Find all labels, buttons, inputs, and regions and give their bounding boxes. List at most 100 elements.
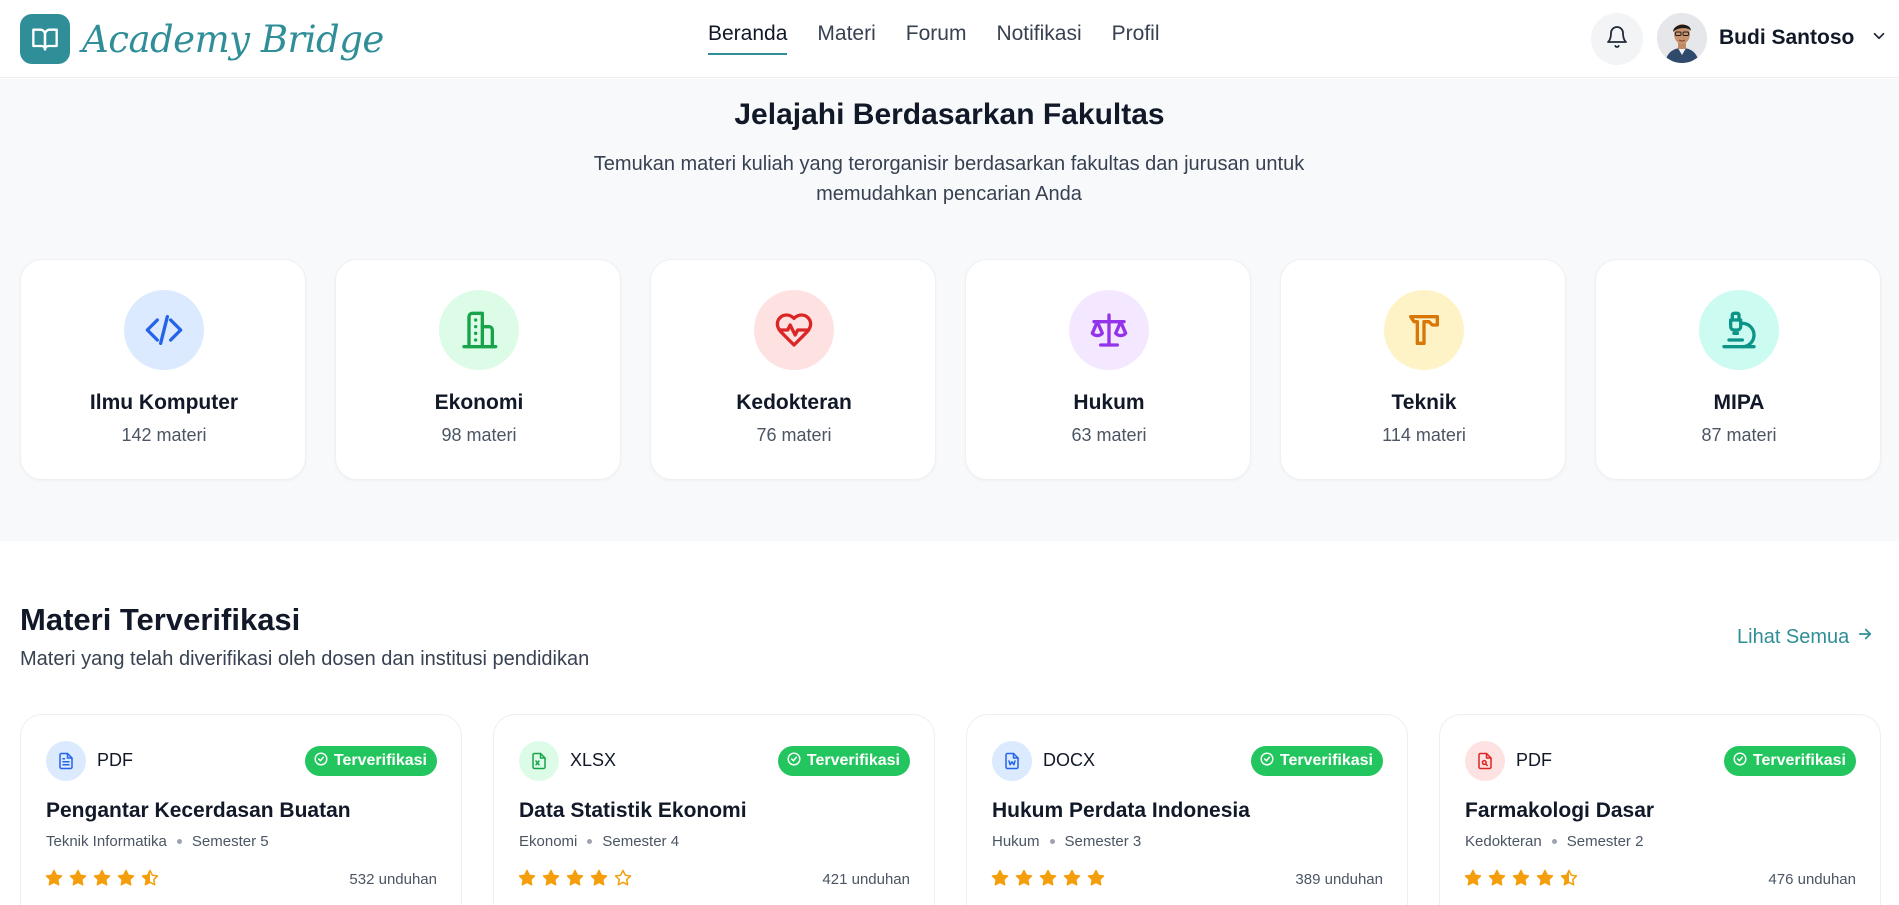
material-card[interactable]: DOCX Terverifikasi Hukum Perdata Indones… — [966, 714, 1408, 905]
faculty-section-title: Jelajahi Berdasarkan Fakultas — [734, 98, 1165, 131]
file-type: PDF — [1516, 750, 1552, 770]
star-full-icon — [991, 869, 1009, 886]
file-type: DOCX — [1043, 750, 1096, 770]
nav-beranda[interactable]: Beranda — [708, 22, 788, 55]
faculty-card-kedokteran[interactable]: Kedokteran 76 materi — [650, 259, 936, 480]
star-half-icon — [1560, 869, 1578, 886]
material-card[interactable]: PDF Terverifikasi Pengantar Kecerdasan B… — [20, 714, 462, 905]
nav-notifikasi[interactable]: Notifikasi — [996, 22, 1081, 55]
faculty-count: 63 materi — [1071, 425, 1147, 445]
star-rating — [1464, 869, 1584, 887]
material-meta: Hukum Semester 3 — [992, 833, 1141, 850]
material-title: Hukum Perdata Indonesia — [992, 799, 1250, 822]
star-full-icon — [1464, 869, 1482, 886]
file-type: XLSX — [570, 750, 617, 770]
subtitle-line: Temukan materi kuliah yang terorganisir … — [593, 153, 1305, 175]
nav-profil[interactable]: Profil — [1112, 22, 1160, 55]
verified-badge-label: Terverifikasi — [333, 752, 427, 769]
faculty-card-hukum[interactable]: Hukum 63 materi — [965, 259, 1251, 480]
see-all-link[interactable]: Lihat Semua — [1737, 625, 1874, 649]
code-icon — [124, 290, 204, 370]
star-full-icon — [518, 869, 536, 886]
material-title: Farmakologi Dasar — [1465, 799, 1655, 822]
heart-pulse-icon — [754, 290, 834, 370]
download-count: 389 unduhan — [1295, 871, 1383, 888]
faculty-name: Hukum — [1073, 391, 1145, 414]
star-full-icon — [1512, 869, 1530, 886]
material-card[interactable]: XLSX Terverifikasi Data Statistik Ekonom… — [493, 714, 935, 905]
faculty-count: 76 materi — [756, 425, 832, 445]
separator-dot — [1551, 839, 1557, 844]
material-card[interactable]: PDF Terverifikasi Farmakologi Dasar Kedo… — [1439, 714, 1881, 905]
separator-dot — [176, 839, 182, 844]
material-department: Kedokteran — [1465, 833, 1542, 850]
star-full-icon — [1015, 869, 1033, 886]
star-full-icon — [1039, 869, 1057, 886]
document-icon — [992, 741, 1032, 781]
file-text-icon — [46, 741, 86, 781]
avatar[interactable] — [1657, 13, 1707, 63]
faculty-count: 98 materi — [441, 425, 517, 445]
faculty-count: 87 materi — [1701, 425, 1777, 445]
star-rating — [45, 869, 165, 887]
star-full-icon — [69, 869, 87, 886]
bell-icon — [1605, 25, 1629, 54]
verified-badge: Terverifikasi — [1250, 746, 1383, 776]
material-title: Pengantar Kecerdasan Buatan — [46, 799, 351, 822]
brand-name: Academy Bridge — [82, 17, 384, 61]
material-semester: Semester 5 — [191, 833, 269, 850]
faculty-section: Jelajahi Berdasarkan Fakultas Temukan ma… — [0, 79, 1899, 541]
verified-badge-label: Terverifikasi — [1279, 752, 1373, 769]
separator-dot — [1049, 839, 1055, 844]
faculty-card-teknik[interactable]: Teknik 114 materi — [1280, 259, 1566, 480]
user-menu[interactable]: Budi Santoso — [1657, 13, 1888, 63]
check-circle-icon — [787, 751, 807, 771]
star-full-icon — [117, 869, 135, 886]
verified-badge: Terverifikasi — [304, 746, 437, 776]
notification-button[interactable] — [1591, 13, 1643, 65]
hammer-icon — [1384, 290, 1464, 370]
faculty-section-subtitle: Temukan materi kuliah yang terorganisir … — [549, 149, 1349, 209]
brand-logo[interactable]: Academy Bridge — [20, 14, 384, 64]
chevron-down-icon — [1870, 27, 1888, 50]
faculty-name: Ekonomi — [434, 391, 524, 414]
download-count: 532 unduhan — [349, 871, 437, 888]
check-circle-icon — [314, 751, 334, 771]
material-meta: Kedokteran Semester 2 — [1465, 833, 1643, 850]
material-meta: Ekonomi Semester 4 — [519, 833, 679, 850]
star-full-icon — [93, 869, 111, 886]
material-semester: Semester 2 — [1566, 833, 1644, 850]
nav-forum[interactable]: Forum — [906, 22, 967, 55]
star-full-icon — [1063, 869, 1081, 886]
faculty-name: Ilmu Komputer — [89, 391, 239, 414]
faculty-card-ilmu-komputer[interactable]: Ilmu Komputer 142 materi — [20, 259, 306, 480]
top-header: Academy Bridge Beranda Materi Forum Noti… — [0, 0, 1899, 78]
microscope-icon — [1699, 290, 1779, 370]
material-department: Ekonomi — [519, 833, 578, 850]
material-department: Teknik Informatika — [46, 833, 167, 850]
faculty-card-mipa[interactable]: MIPA 87 materi — [1595, 259, 1881, 480]
download-count: 476 unduhan — [1768, 871, 1856, 888]
subtitle-line: memudahkan pencarian Anda — [816, 183, 1082, 205]
faculty-name: Kedokteran — [736, 391, 852, 414]
check-circle-icon — [1733, 751, 1753, 771]
material-department: Hukum — [992, 833, 1040, 850]
faculty-count: 142 materi — [121, 425, 207, 445]
separator-dot — [587, 839, 593, 844]
verified-badge: Terverifikasi — [777, 746, 910, 776]
faculty-card-ekonomi[interactable]: Ekonomi 98 materi — [335, 259, 621, 480]
material-semester: Semester 3 — [1064, 833, 1142, 850]
star-full-icon — [542, 869, 560, 886]
star-half-icon — [141, 869, 159, 886]
verified-badge-label: Terverifikasi — [1752, 752, 1846, 769]
arrow-right-icon — [1849, 625, 1874, 649]
faculty-name: Teknik — [1391, 391, 1457, 414]
pdf-file-icon — [1465, 741, 1505, 781]
spreadsheet-icon — [519, 741, 559, 781]
star-full-icon — [45, 869, 63, 886]
material-meta: Teknik Informatika Semester 5 — [46, 833, 269, 850]
faculty-name: MIPA — [1713, 391, 1765, 414]
star-rating — [991, 869, 1111, 887]
nav-materi[interactable]: Materi — [817, 22, 875, 55]
download-count: 421 unduhan — [822, 871, 910, 888]
